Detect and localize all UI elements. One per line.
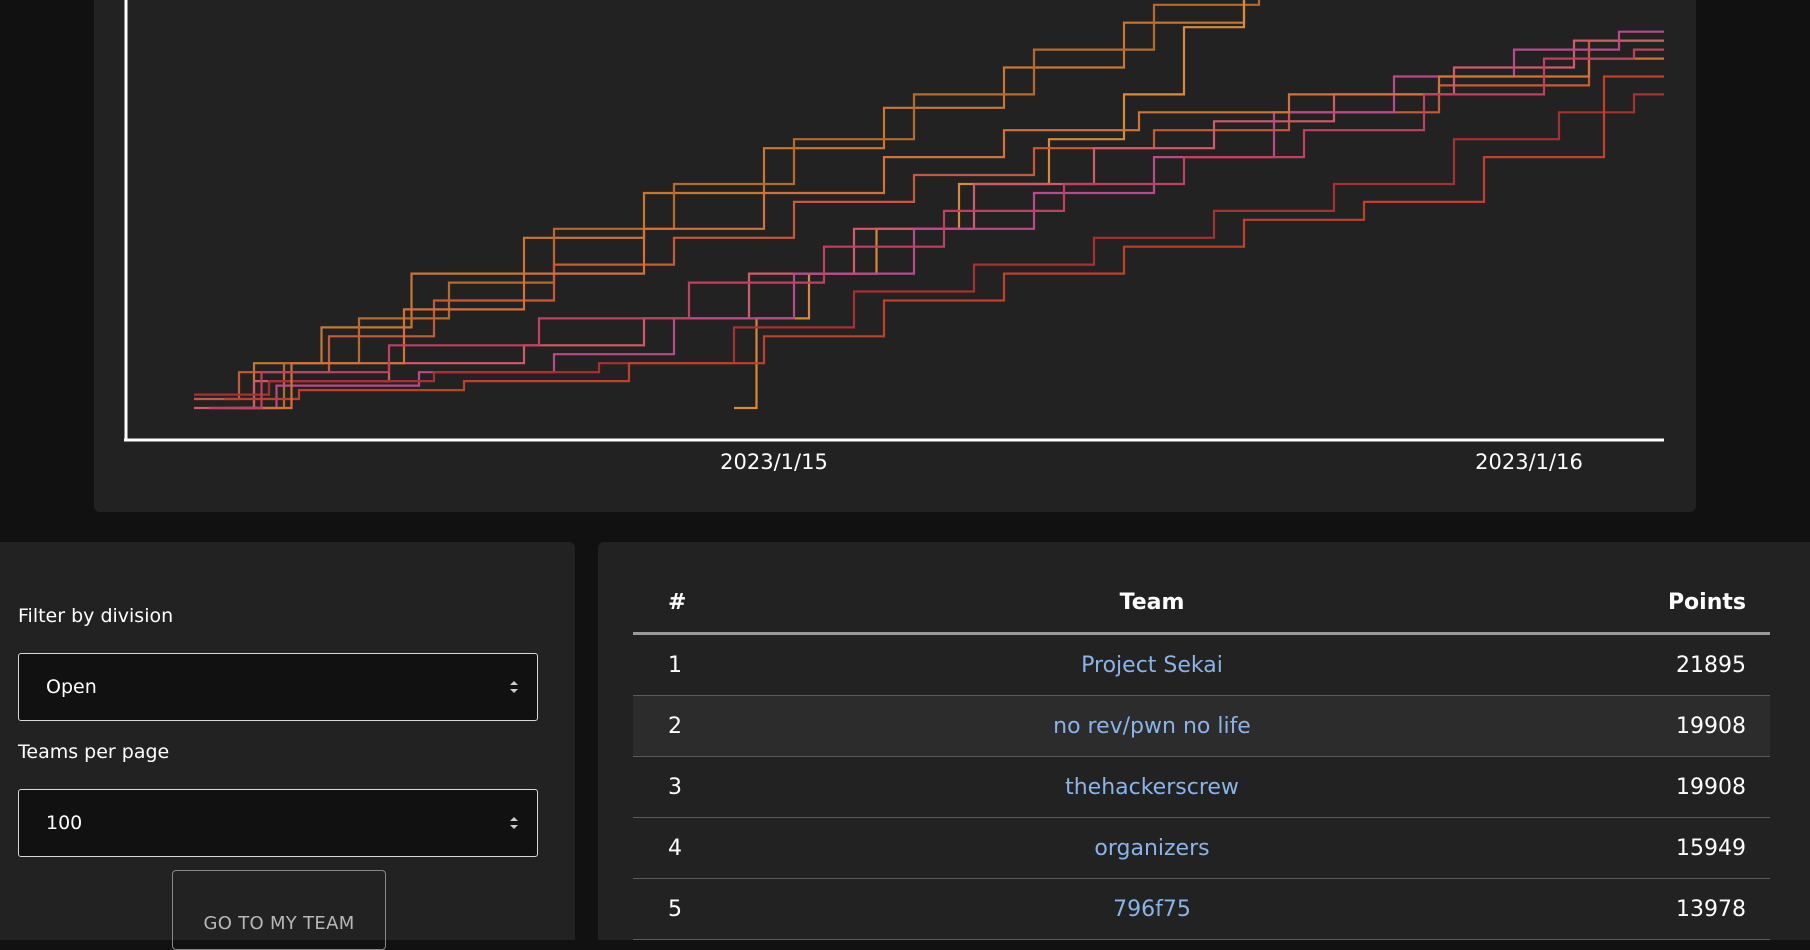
score-line-series — [209, 30, 1664, 410]
team-link[interactable]: Project Sekai — [1081, 653, 1223, 678]
score-graph: 2023/1/15 2023/1/16 — [124, 0, 1664, 474]
x-tick-label: 2023/1/15 — [720, 450, 828, 474]
points-cell: 19908 — [1546, 695, 1770, 757]
rank-cell: 1 — [633, 633, 758, 696]
score-line-series — [239, 57, 1664, 410]
score-line-series — [254, 0, 1261, 410]
table-row: 4 organizers 15949 — [633, 817, 1770, 879]
points-cell: 19908 — [1546, 756, 1770, 818]
team-link[interactable]: no rev/pwn no life — [1053, 714, 1251, 739]
division-select-value: Open — [46, 676, 97, 698]
table-row: 3 thehackerscrew 19908 — [633, 756, 1770, 818]
division-filter-label: Filter by division — [18, 605, 174, 627]
points-cell: 15949 — [1546, 817, 1770, 879]
score-line-series — [734, 0, 1246, 410]
go-to-my-team-button[interactable]: GO TO MY TEAM — [172, 870, 386, 950]
per-page-select[interactable]: 100 — [18, 789, 538, 857]
points-cell: 13978 — [1546, 878, 1770, 940]
team-link[interactable]: 796f75 — [1113, 897, 1191, 922]
team-link[interactable]: thehackerscrew — [1065, 775, 1239, 800]
points-column-header: Points — [1546, 572, 1770, 635]
per-page-select-value: 100 — [46, 812, 83, 834]
select-arrows-icon — [510, 817, 518, 829]
rank-cell: 2 — [633, 695, 758, 757]
per-page-label: Teams per page — [18, 741, 170, 763]
rank-column-header: # — [633, 572, 758, 635]
select-arrows-icon — [510, 681, 518, 693]
points-cell: 21895 — [1546, 633, 1770, 696]
score-line-series — [194, 39, 1664, 410]
table-row: 1 Project Sekai 21895 — [633, 633, 1770, 696]
scoreboard-panel: # Team Points 1 Project Sekai 21895 2 no… — [598, 542, 1810, 940]
rank-cell: 5 — [633, 878, 758, 940]
table-row: 2 no rev/pwn no life 19908 — [633, 695, 1770, 757]
team-column-header: Team — [758, 572, 1546, 635]
scoreboard-table: # Team Points 1 Project Sekai 21895 2 no… — [633, 572, 1770, 940]
division-select[interactable]: Open — [18, 653, 538, 721]
team-link[interactable]: organizers — [1094, 836, 1209, 861]
score-graph-panel: 2023/1/15 2023/1/16 — [94, 0, 1696, 512]
series-layer — [194, 0, 1664, 410]
table-row: 5 796f75 13978 — [633, 878, 1770, 940]
rank-cell: 3 — [633, 756, 758, 818]
rank-cell: 4 — [633, 817, 758, 879]
table-header-row: # Team Points — [633, 572, 1770, 635]
x-tick-label: 2023/1/16 — [1475, 450, 1583, 474]
score-line-series — [194, 93, 1664, 396]
